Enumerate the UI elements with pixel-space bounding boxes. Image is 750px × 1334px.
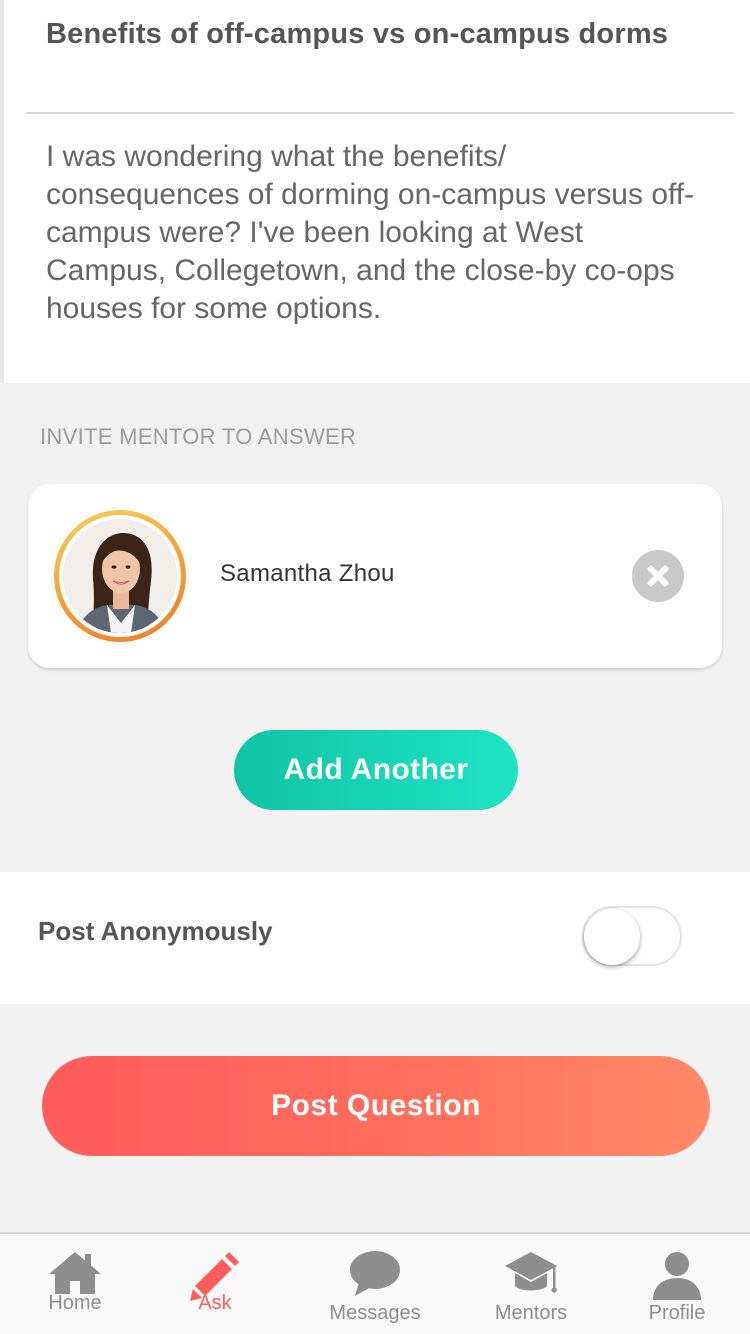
tab-ask[interactable]: Ask <box>140 1234 290 1334</box>
question-card: Benefits of off-campus vs on-campus dorm… <box>0 0 750 383</box>
tab-mentors-label: Mentors <box>494 1302 568 1324</box>
toggle-knob[interactable] <box>584 909 640 965</box>
post-anonymously-label: Post Anonymously <box>38 916 273 946</box>
remove-mentor-close-icon[interactable] <box>632 550 684 602</box>
question-body[interactable]: I was wondering what the benefits/ conse… <box>46 138 706 328</box>
invited-mentor-card: Samantha Zhou <box>28 484 722 668</box>
tab-messages-label: Messages <box>329 1302 421 1324</box>
invite-mentor-heading: INVITE MENTOR TO ANSWER <box>40 424 357 449</box>
tab-ask-label: Ask <box>198 1292 232 1314</box>
tab-home[interactable]: Home <box>0 1234 150 1334</box>
post-question-button[interactable]: Post Question <box>42 1056 710 1156</box>
question-title[interactable]: Benefits of off-campus vs on-campus dorm… <box>46 18 668 51</box>
mentor-name: Samantha Zhou <box>220 560 395 587</box>
tab-mentors[interactable]: Mentors <box>456 1234 606 1334</box>
tab-home-label: Home <box>48 1292 102 1314</box>
post-anonymously-row: Post Anonymously <box>0 872 750 1004</box>
add-another-button[interactable]: Add Another <box>234 730 518 810</box>
mentor-photo <box>63 519 177 633</box>
avatar <box>54 510 186 642</box>
home-icon <box>49 1252 101 1294</box>
chat-bubble-icon <box>350 1251 400 1296</box>
graduation-cap-icon <box>505 1252 557 1293</box>
post-anonymously-toggle[interactable] <box>582 906 682 966</box>
tab-profile[interactable]: Profile <box>602 1234 750 1334</box>
person-icon <box>653 1252 701 1300</box>
tab-bar: Home Ask Messages Mentors Profile <box>0 1232 750 1334</box>
tab-profile-label: Profile <box>648 1302 706 1324</box>
tab-messages[interactable]: Messages <box>300 1234 450 1334</box>
divider <box>26 112 734 114</box>
